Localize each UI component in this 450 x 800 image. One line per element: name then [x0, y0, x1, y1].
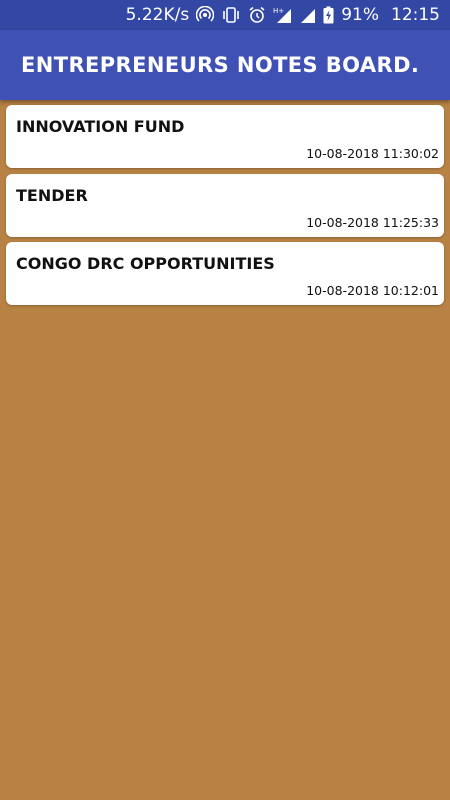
note-card[interactable]: TENDER 10-08-2018 11:25:33 [6, 174, 444, 237]
note-timestamp: 10-08-2018 11:30:02 [306, 146, 439, 161]
alarm-icon [248, 6, 266, 24]
note-card[interactable]: CONGO DRC OPPORTUNITIES 10-08-2018 10:12… [6, 242, 444, 305]
clock: 12:15 [391, 5, 440, 25]
battery-percent: 91% [341, 5, 379, 25]
note-title: CONGO DRC OPPORTUNITIES [16, 254, 275, 273]
note-timestamp: 10-08-2018 10:12:01 [306, 283, 439, 298]
app-bar: ENTREPRENEURS NOTES BOARD. [0, 30, 450, 100]
signal-icon [300, 6, 316, 24]
note-timestamp: 10-08-2018 11:25:33 [306, 215, 439, 230]
note-card[interactable]: INNOVATION FUND 10-08-2018 11:30:02 [6, 105, 444, 168]
battery-charging-icon [323, 6, 334, 24]
vibrate-icon [221, 6, 241, 24]
app-title: ENTREPRENEURS NOTES BOARD. [21, 53, 420, 77]
network-speed: 5.22K/s [125, 5, 190, 25]
status-bar: 5.22K/s H+ 91% 12:15 [0, 0, 450, 30]
note-title: TENDER [16, 186, 88, 205]
note-title: INNOVATION FUND [16, 117, 185, 136]
hotspot-icon [196, 6, 215, 24]
svg-text:H+: H+ [273, 7, 284, 15]
signal-hplus-icon: H+ [273, 6, 293, 24]
